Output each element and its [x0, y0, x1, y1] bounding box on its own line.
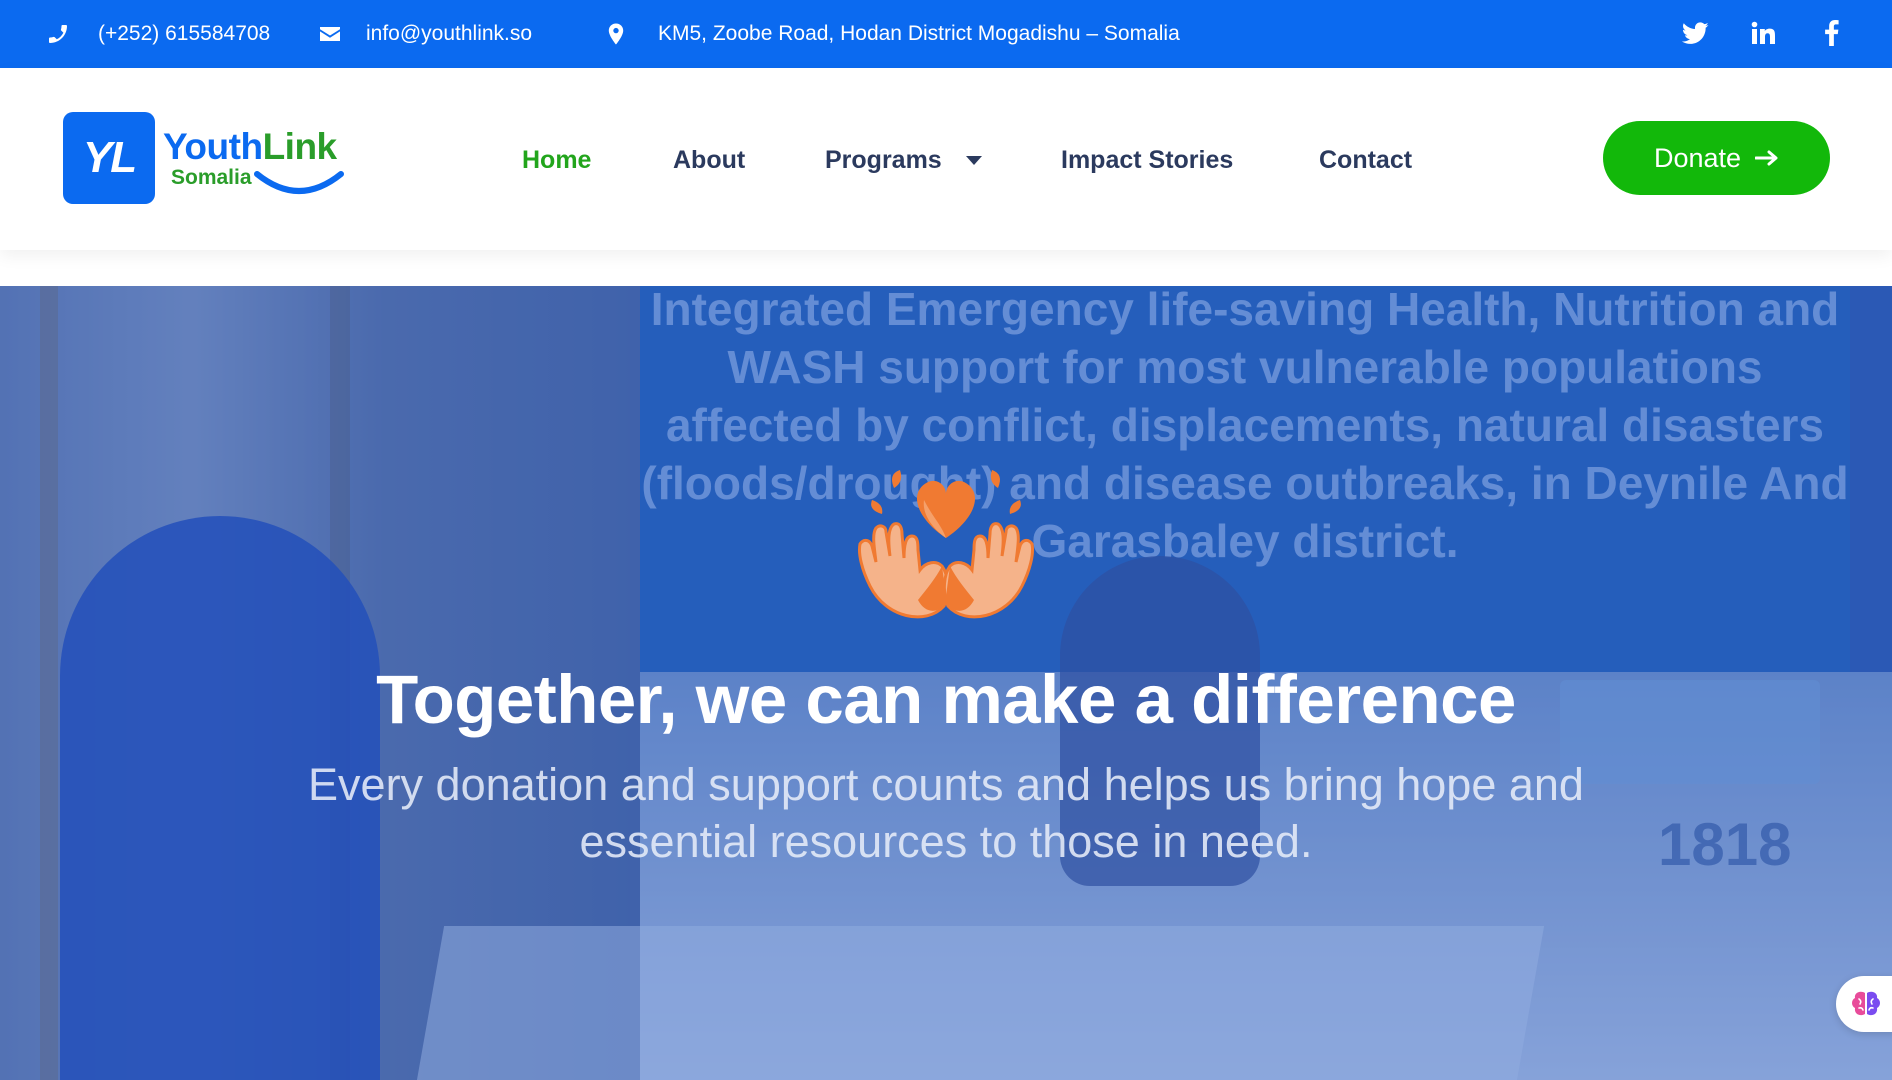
nav-item-home[interactable]: Home	[522, 146, 591, 175]
hands-heart-icon	[858, 470, 1034, 619]
arrow-right-icon	[1755, 150, 1778, 166]
twitter-link[interactable]	[1680, 18, 1710, 48]
ai-chat-widget[interactable]	[1836, 976, 1892, 1032]
logo-mark: YL	[63, 112, 155, 204]
logo-word-youth: Youth	[163, 126, 263, 167]
brain-icon	[1852, 991, 1880, 1016]
phone-icon	[49, 25, 67, 43]
phone-contact[interactable]: (+252) 615584708	[46, 22, 270, 46]
nav-item-impact-stories[interactable]: Impact Stories	[1061, 146, 1233, 175]
donate-button[interactable]: Donate	[1603, 121, 1830, 195]
location-contact: KM5, Zoobe Road, Hodan District Mogadish…	[604, 22, 1180, 46]
logo-word-link: Link	[262, 126, 338, 167]
email-contact[interactable]: info@youthlink.so	[318, 22, 532, 46]
nav-label: Programs	[825, 146, 942, 174]
top-contact-bar: (+252) 615584708 info@youthlink.so KM5, …	[0, 0, 1892, 68]
hero-section: Integrated Emergency life-saving Health,…	[0, 286, 1892, 1080]
address-text: KM5, Zoobe Road, Hodan District Mogadish…	[658, 22, 1180, 45]
linkedin-icon	[1751, 21, 1775, 44]
nav-label: Impact Stories	[1061, 146, 1234, 174]
logo-smile-icon	[254, 171, 344, 194]
caret-down-icon	[965, 156, 982, 165]
facebook-link[interactable]	[1816, 18, 1846, 48]
phone-number: (+252) 615584708	[98, 22, 271, 45]
logo-subtitle: Somalia	[171, 166, 252, 189]
donate-label: Donate	[1653, 142, 1742, 173]
hero-title: Together, we can make a difference	[376, 661, 1516, 738]
youthlink-logo[interactable]: YL YouthLink Somalia	[63, 112, 344, 206]
nav-item-about[interactable]: About	[673, 146, 745, 175]
nav-label: About	[673, 146, 746, 174]
nav-label: Home	[522, 146, 592, 174]
nav-label: Contact	[1319, 146, 1413, 174]
nav-item-contact[interactable]: Contact	[1319, 146, 1412, 175]
email-address: info@youthlink.so	[366, 22, 533, 45]
nav-item-programs[interactable]: Programs	[825, 146, 982, 175]
envelope-icon	[320, 27, 340, 41]
linkedin-link[interactable]	[1748, 18, 1778, 48]
hero-subtitle: Every donation and support counts and he…	[308, 759, 1584, 867]
twitter-icon	[1681, 21, 1709, 44]
social-links	[1680, 18, 1846, 48]
map-pin-icon	[608, 23, 624, 45]
site-header: YL YouthLink Somalia Home About Programs…	[0, 68, 1892, 250]
facebook-icon	[1824, 20, 1839, 46]
logo-wordmark: YouthLink	[163, 126, 337, 168]
